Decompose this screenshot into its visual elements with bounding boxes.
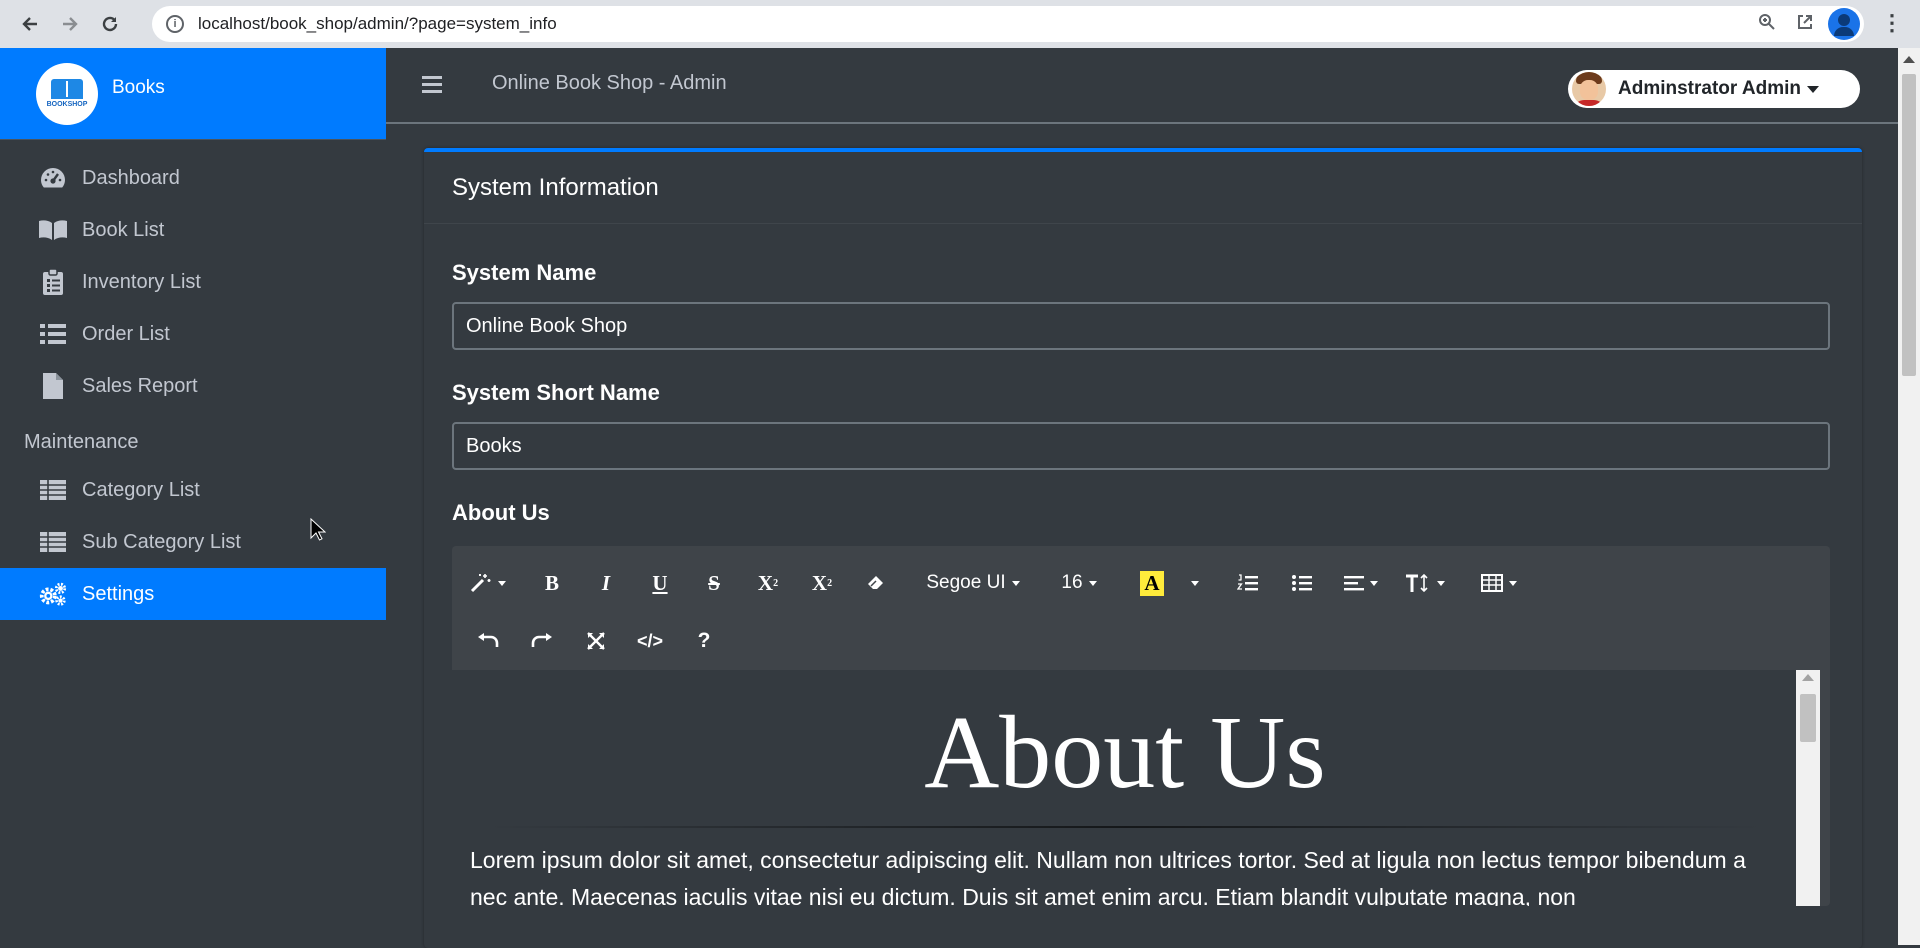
- editor-scrollbar[interactable]: [1796, 670, 1820, 906]
- sidebar-section-header: Maintenance: [24, 430, 139, 453]
- system-name-field[interactable]: Online Book Shop: [452, 302, 1830, 350]
- help-icon[interactable]: ?: [678, 618, 730, 664]
- about-us-label: About Us: [452, 500, 550, 525]
- clipboard-list-icon: [38, 268, 68, 295]
- user-menu-button[interactable]: Adminstrator Admin: [1568, 70, 1860, 108]
- undo-icon[interactable]: [462, 618, 514, 664]
- sidebar-item-category-list[interactable]: Category List: [0, 464, 386, 516]
- subscript-icon[interactable]: X2: [796, 560, 848, 606]
- browser-profile-icon[interactable]: [1828, 8, 1860, 40]
- sidebar-item-label: Sales Report: [82, 374, 198, 397]
- sidebar-item-label: Book List: [82, 218, 165, 241]
- unordered-list-icon[interactable]: [1276, 560, 1328, 606]
- sidebar-nav: Dashboard Book List Inventory List Order…: [0, 140, 386, 620]
- card-title: System Information: [452, 173, 659, 201]
- sidebar-item-book-list[interactable]: Book List: [0, 204, 386, 256]
- sidebar-item-label: Sub Category List: [82, 530, 241, 553]
- line-height-icon[interactable]: [1394, 560, 1456, 606]
- back-arrow-icon[interactable]: [10, 4, 50, 44]
- sidebar-item-settings[interactable]: Settings: [0, 568, 386, 620]
- share-icon[interactable]: [1796, 13, 1814, 36]
- sidebar-item-label: Inventory List: [82, 270, 201, 293]
- superscript-icon[interactable]: X2: [742, 560, 794, 606]
- site-info-icon[interactable]: i: [166, 15, 184, 33]
- about-heading: About Us: [924, 695, 1326, 810]
- mouse-pointer-icon: [310, 518, 326, 541]
- reload-icon[interactable]: [90, 4, 130, 44]
- sidebar-item-sub-category-list[interactable]: Sub Category List: [0, 516, 386, 568]
- system-name-label: System Name: [452, 260, 597, 285]
- table-icon: [38, 529, 68, 555]
- editor-content-area[interactable]: About Us Lorem ipsum dolor sit amet, con…: [452, 670, 1798, 906]
- about-paragraph: Lorem ipsum dolor sit amet, consectetur …: [470, 847, 1746, 906]
- rich-text-editor: B I U S X2 X2 Segoe UI 16 A </> ? About …: [452, 546, 1830, 906]
- user-name: Adminstrator Admin: [1618, 78, 1801, 99]
- chevron-down-icon: [1806, 85, 1819, 93]
- avatar: [1570, 70, 1608, 108]
- brand-logo: BOOKSHOP: [36, 62, 98, 125]
- cogs-icon: [38, 581, 68, 607]
- font-family-select[interactable]: Segoe UI: [914, 560, 1032, 606]
- page-scrollbar[interactable]: [1898, 48, 1920, 945]
- system-info-card: System Information System Name Online Bo…: [424, 148, 1862, 948]
- color-dropdown-icon[interactable]: [1180, 560, 1210, 606]
- address-url[interactable]: localhost/book_shop/admin/?page=system_i…: [198, 14, 557, 34]
- book-open-icon: [38, 217, 68, 243]
- editor-toolbar: B I U S X2 X2 Segoe UI 16 A </> ?: [452, 546, 1830, 670]
- table-insert-icon[interactable]: [1468, 560, 1530, 606]
- underline-icon[interactable]: U: [634, 560, 686, 606]
- top-navbar: Online Book Shop - Admin Adminstrator Ad…: [386, 48, 1898, 124]
- sidebar-item-label: Category List: [82, 478, 200, 501]
- strikethrough-icon[interactable]: S: [688, 560, 740, 606]
- italic-icon[interactable]: I: [580, 560, 632, 606]
- sidebar-item-order-list[interactable]: Order List: [0, 308, 386, 360]
- magic-wand-icon[interactable]: [462, 560, 514, 606]
- brand-name: Books: [112, 76, 165, 98]
- file-icon: [38, 373, 68, 399]
- sidebar-item-inventory-list[interactable]: Inventory List: [0, 256, 386, 308]
- sidebar-item-label: Dashboard: [82, 166, 180, 189]
- zoom-icon[interactable]: [1758, 13, 1776, 36]
- system-short-name-label: System Short Name: [452, 380, 660, 405]
- card-header: System Information: [424, 152, 1862, 224]
- browser-menu-icon[interactable]: ⋮: [1880, 12, 1904, 36]
- bold-icon[interactable]: B: [526, 560, 578, 606]
- table-icon: [38, 477, 68, 503]
- tachometer-icon: [38, 165, 68, 191]
- page-title: Online Book Shop - Admin: [492, 72, 727, 94]
- eraser-icon[interactable]: [850, 560, 902, 606]
- brand-link[interactable]: BOOKSHOP Books: [0, 48, 386, 140]
- font-size-select[interactable]: 16: [1044, 560, 1114, 606]
- system-short-name-field[interactable]: Books: [452, 422, 1830, 470]
- about-divider: [485, 826, 1765, 828]
- sidebar: BOOKSHOP Books Dashboard Book List Inven…: [0, 48, 386, 945]
- align-left-icon[interactable]: [1330, 560, 1392, 606]
- sidebar-item-label: Settings: [82, 582, 155, 605]
- sidebar-item-label: Order List: [82, 322, 170, 345]
- fullscreen-icon[interactable]: [570, 618, 622, 664]
- sidebar-item-sales-report[interactable]: Sales Report: [0, 360, 386, 412]
- code-view-icon[interactable]: </>: [624, 618, 676, 664]
- system-info-form: System Name Online Book Shop System Shor…: [424, 260, 1862, 906]
- sidebar-item-dashboard[interactable]: Dashboard: [0, 152, 386, 204]
- menu-toggle-icon[interactable]: [422, 76, 442, 93]
- text-color-icon[interactable]: A: [1126, 560, 1178, 606]
- ordered-list-icon[interactable]: [1222, 560, 1274, 606]
- list-icon: [38, 321, 68, 347]
- redo-icon[interactable]: [516, 618, 568, 664]
- address-bar[interactable]: i localhost/book_shop/admin/?page=system…: [152, 6, 1864, 42]
- browser-toolbar: i localhost/book_shop/admin/?page=system…: [0, 0, 1920, 48]
- forward-arrow-icon[interactable]: [50, 4, 90, 44]
